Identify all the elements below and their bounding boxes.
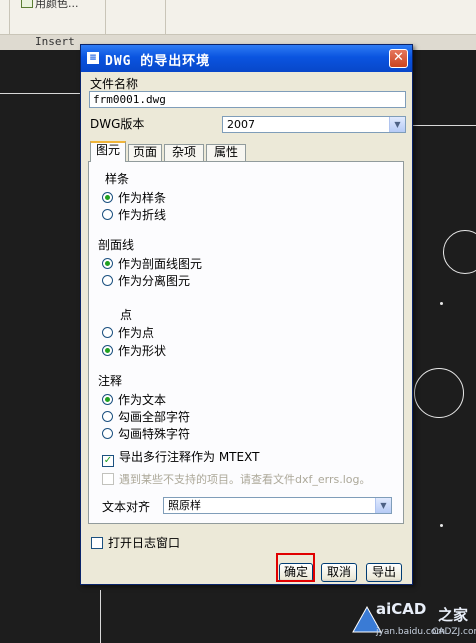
- ribbon-checkbox[interactable]: [21, 0, 33, 8]
- annotation-section-title: 注释: [98, 374, 123, 388]
- radio-selected[interactable]: [102, 345, 113, 356]
- dwg-export-dialog: ≡ DWG 的导出环境 ✕ 文件名称 frm0001.dwg DWG版本 200…: [80, 44, 413, 585]
- tab-elements[interactable]: 图元: [90, 141, 126, 162]
- tab-misc[interactable]: 杂项: [164, 144, 204, 161]
- point-option-point[interactable]: 作为点: [102, 324, 154, 341]
- drawing-line: [100, 590, 101, 643]
- watermark: aiCAD 之家 jyan.baidu.com CADZJ.com: [352, 598, 476, 643]
- ribbon-cell: [105, 0, 166, 34]
- watermark-url2: CADZJ.com: [432, 627, 476, 637]
- hatch-option-separate-elements[interactable]: 作为分离图元: [102, 272, 190, 289]
- cancel-button[interactable]: 取消: [321, 563, 357, 582]
- drawing-point: [440, 302, 443, 305]
- radio-selected[interactable]: [102, 192, 113, 203]
- radio[interactable]: [102, 209, 113, 220]
- checkbox[interactable]: [91, 537, 103, 549]
- point-section-title: 点: [120, 308, 133, 322]
- annotation-option-outline-special[interactable]: 勾画特殊字符: [102, 425, 190, 442]
- text-align-label: 文本对齐: [102, 500, 151, 514]
- annotation-option-text[interactable]: 作为文本: [102, 391, 166, 408]
- text-align-value: 照原样: [168, 499, 201, 512]
- dwg-version-select[interactable]: 2007 ▼: [222, 116, 406, 133]
- ok-button-highlight: [276, 553, 315, 582]
- radio[interactable]: [102, 428, 113, 439]
- chevron-down-icon[interactable]: ▼: [375, 498, 391, 513]
- spline-section-title: 样条: [105, 172, 130, 186]
- radio-selected[interactable]: [102, 258, 113, 269]
- point-option-shape[interactable]: 作为形状: [102, 342, 166, 359]
- drawing-point: [440, 524, 443, 527]
- tab-page[interactable]: 页面: [128, 144, 162, 161]
- spline-option-spline[interactable]: 作为样条: [102, 189, 166, 206]
- radio[interactable]: [102, 411, 113, 422]
- unsupported-items-checkbox: 遇到某些不支持的项目。请查看文件dxf_errs.log。: [102, 471, 370, 487]
- export-button[interactable]: 导出: [366, 563, 402, 582]
- checkbox-disabled: [102, 473, 114, 485]
- app-icon: ≡: [87, 52, 99, 64]
- checkmark-icon[interactable]: ✓: [102, 455, 114, 467]
- close-icon[interactable]: ✕: [389, 49, 408, 68]
- drawing-line: [0, 93, 80, 94]
- filename-label: 文件名称: [90, 77, 139, 91]
- hatch-option-hatch-element[interactable]: 作为剖面线图元: [102, 255, 202, 272]
- radio[interactable]: [102, 327, 113, 338]
- chevron-down-icon[interactable]: ▼: [389, 117, 405, 132]
- radio-selected[interactable]: [102, 394, 113, 405]
- spline-option-polyline[interactable]: 作为折线: [102, 206, 166, 223]
- ribbon-cell: 用颜色...: [9, 0, 106, 34]
- open-log-window-checkbox[interactable]: 打开日志窗口: [91, 534, 180, 551]
- dialog-title: DWG 的导出环境: [105, 54, 211, 69]
- dialog-titlebar[interactable]: ≡ DWG 的导出环境 ✕: [81, 45, 412, 72]
- dwg-version-label: DWG版本: [90, 117, 145, 131]
- tab-attributes[interactable]: 属性: [206, 144, 246, 161]
- ribbon-snippet: 用颜色...: [35, 0, 79, 10]
- filename-field[interactable]: frm0001.dwg: [89, 91, 406, 108]
- drawing-circle: [414, 368, 464, 418]
- dwg-version-value: 2007: [227, 118, 255, 131]
- text-align-select[interactable]: 照原样 ▼: [163, 497, 392, 514]
- export-mtext-checkbox[interactable]: ✓ 导出多行注释作为 MTEXT: [102, 448, 259, 467]
- radio[interactable]: [102, 275, 113, 286]
- drawing-circle: [443, 230, 476, 274]
- watermark-brand: aiCAD: [376, 600, 427, 618]
- annotation-option-outline-all[interactable]: 勾画全部字符: [102, 408, 190, 425]
- ribbon-group-insert-label: Insert: [35, 35, 75, 48]
- drawing-line: [413, 125, 476, 126]
- tab-panel: 样条 作为样条 作为折线 剖面线 作为剖面线图元 作为分离图元 点 作为点 作为…: [88, 161, 404, 524]
- hatch-section-title: 剖面线: [98, 238, 135, 252]
- watermark-suffix: 之家: [438, 606, 469, 624]
